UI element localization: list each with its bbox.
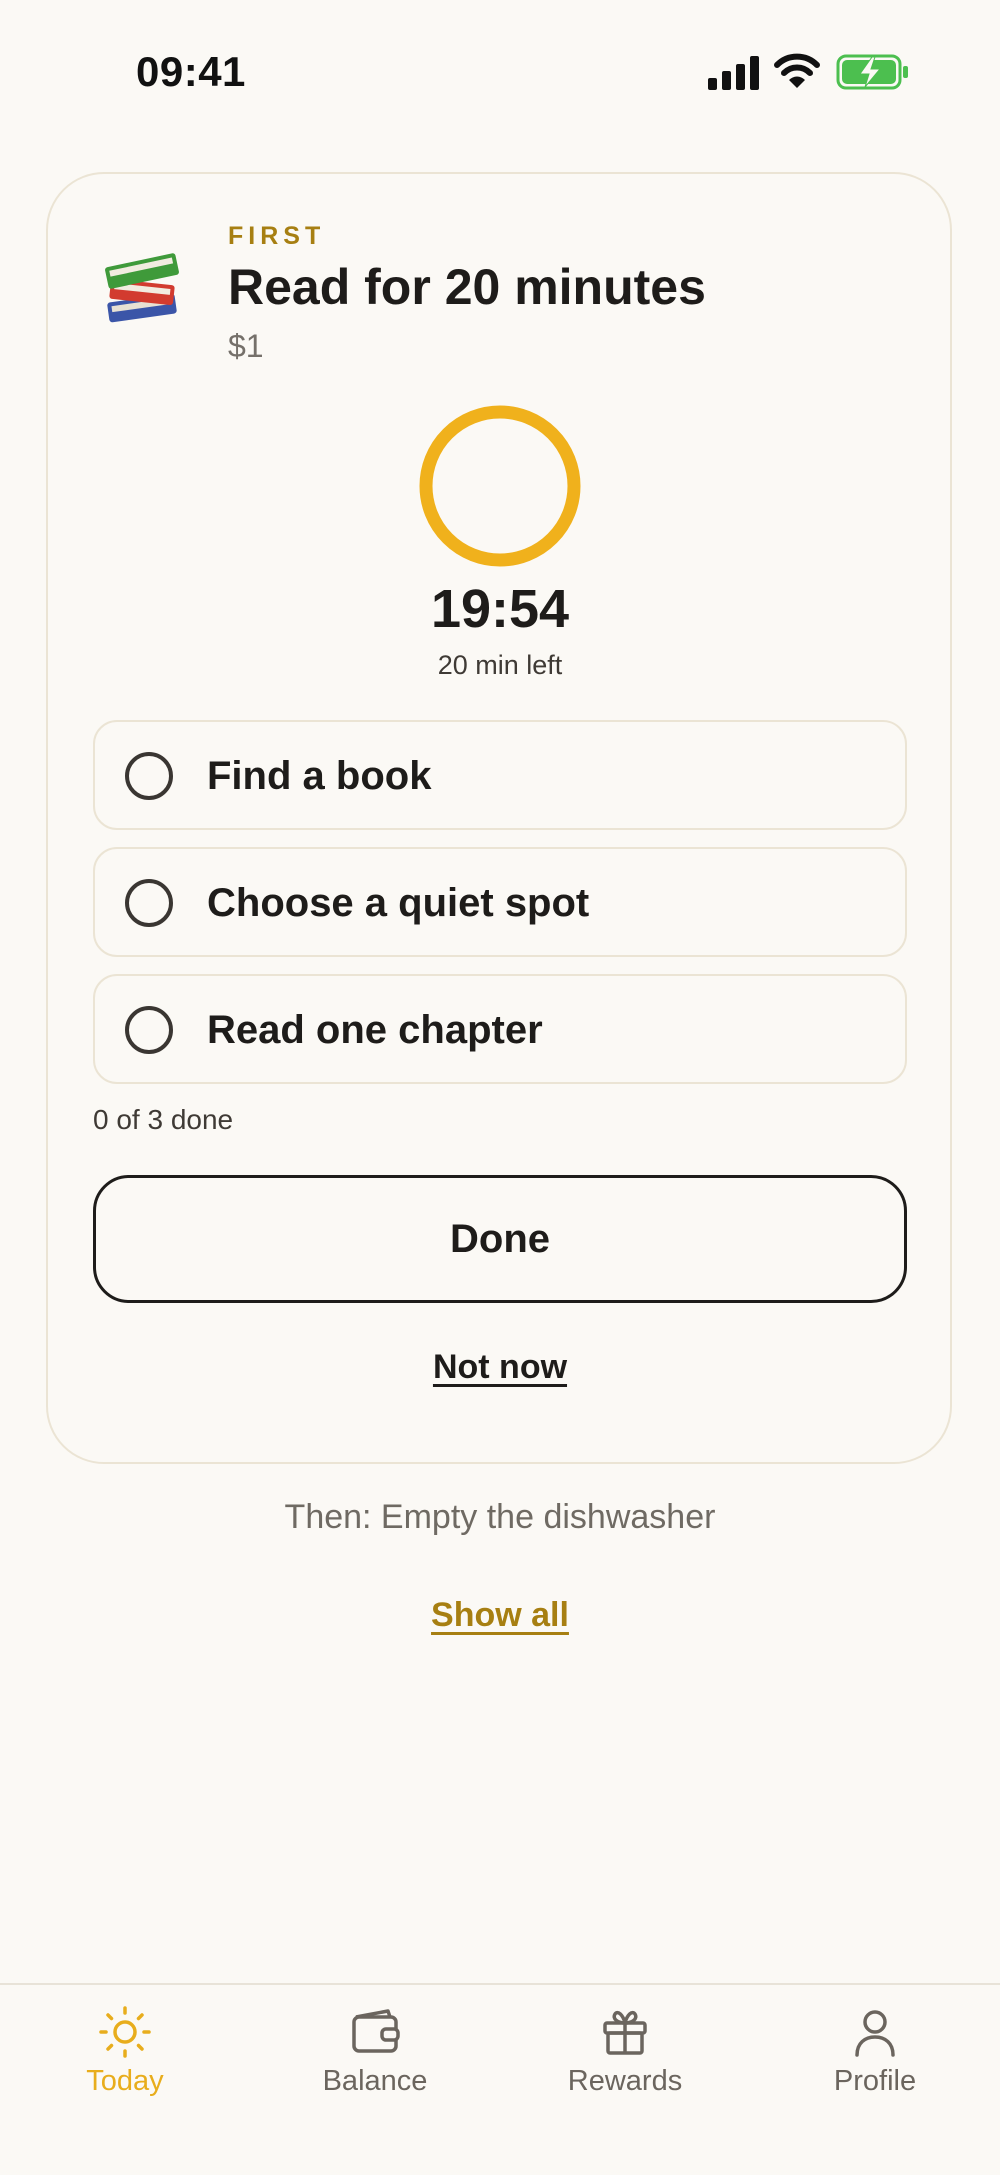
wifi-icon [774,53,820,88]
tab-today[interactable]: Today [0,1985,250,2175]
not-now-link[interactable]: Not now [0,1348,1000,1387]
tab-label: Profile [833,2065,917,2097]
battery-charging-icon [836,54,908,90]
books-icon [105,253,179,323]
step-label: Choose a quiet spot [207,881,590,925]
status-time: 09:41 [136,48,246,95]
tab-profile[interactable]: Profile [750,1985,1000,2175]
show-all-link[interactable]: Show all [0,1596,1000,1635]
tab-label: Balance [322,2065,428,2097]
timer-remaining: 20 min left [437,650,563,680]
step-checkbox[interactable] [125,879,173,927]
signal-icon [708,56,759,90]
gift-icon [603,2010,647,2055]
task-reward: $1 [228,328,264,364]
tab-rewards[interactable]: Rewards [500,1985,750,2175]
next-task-text: Then: Empty the dishwasher [284,1498,716,1536]
tab-bar: Today Balance Rewards Profile [0,1983,1000,2175]
task-eyebrow: FIRST [228,222,326,250]
task-title: Read for 20 minutes [228,259,706,315]
done-button[interactable]: Done [93,1175,907,1303]
sun-icon [99,2006,151,2058]
step-checkbox[interactable] [125,752,173,800]
tab-label: Today [86,2065,164,2097]
timer-ring [419,405,581,567]
tab-balance[interactable]: Balance [250,1985,500,2175]
step-find-a-book[interactable]: Find a book [93,720,907,830]
step-read-one-chapter[interactable]: Read one chapter [93,974,907,1084]
wallet-icon [352,2009,400,2053]
step-choose-a-quiet-spot[interactable]: Choose a quiet spot [93,847,907,957]
step-checkbox[interactable] [125,1006,173,1054]
steps-progress: 0 of 3 done [93,1104,234,1135]
timer-time: 19:54 [430,579,570,639]
step-label: Read one chapter [207,1008,543,1052]
person-icon [855,2010,895,2057]
tab-label: Rewards [567,2065,683,2097]
step-label: Find a book [207,754,432,798]
status-bar: 09:41 [0,0,1000,140]
